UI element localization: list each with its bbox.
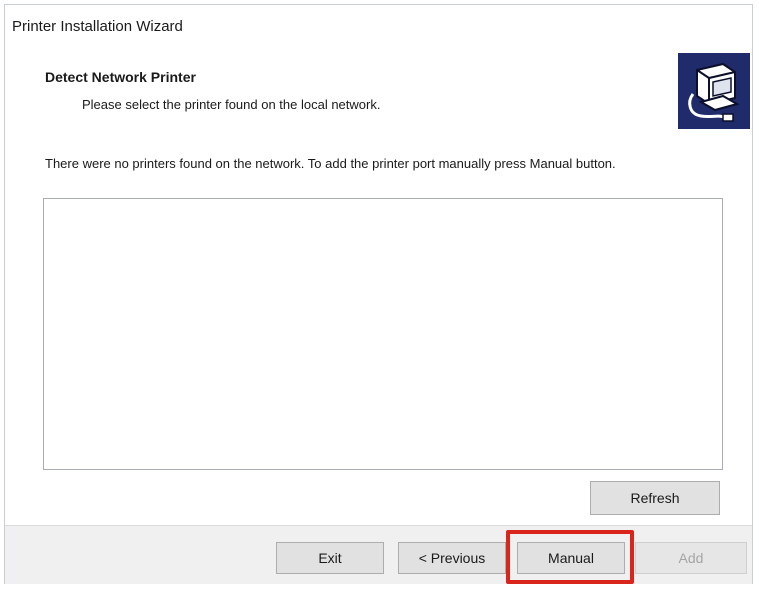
wizard-footer: Exit < Previous Manual Add bbox=[5, 525, 752, 584]
page-subtitle: Please select the printer found on the l… bbox=[82, 97, 381, 112]
printer-network-icon bbox=[678, 53, 750, 129]
manual-button[interactable]: Manual bbox=[517, 542, 625, 574]
exit-button[interactable]: Exit bbox=[276, 542, 384, 574]
printer-network-graphic bbox=[688, 62, 740, 122]
refresh-button[interactable]: Refresh bbox=[590, 481, 720, 515]
previous-button[interactable]: < Previous bbox=[398, 542, 506, 574]
printer-list[interactable] bbox=[43, 198, 723, 470]
no-printers-message: There were no printers found on the netw… bbox=[45, 156, 616, 171]
wizard-window: Printer Installation Wizard Detect Netwo… bbox=[4, 4, 753, 584]
page-title: Detect Network Printer bbox=[45, 69, 196, 85]
window-title: Printer Installation Wizard bbox=[12, 18, 183, 35]
add-button: Add bbox=[635, 542, 747, 574]
title-bar: Printer Installation Wizard bbox=[5, 5, 752, 45]
